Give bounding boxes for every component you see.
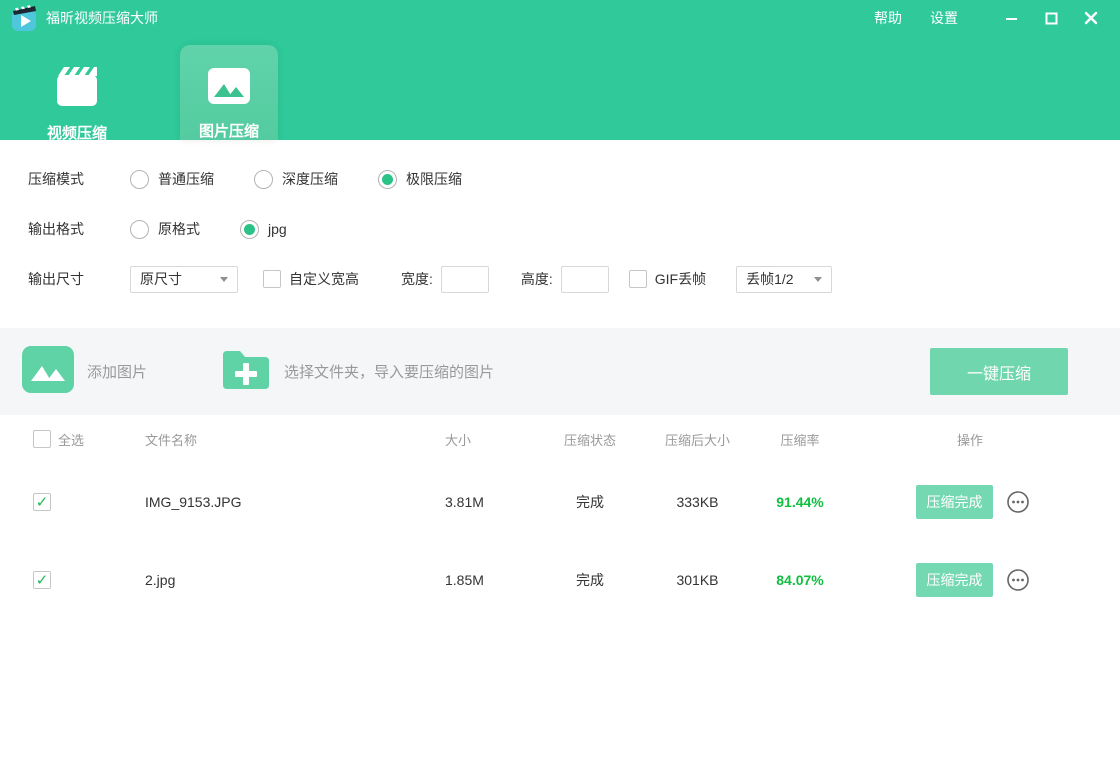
add-images-label: 添加图片 [87,361,147,382]
after-size: 333KB [635,494,760,510]
compress-ratio: 91.44% [760,494,840,510]
add-images-button[interactable]: 添加图片 [22,346,147,398]
table-header: 全选 文件名称 大小 压缩状态 压缩后大小 压缩率 操作 [0,415,1120,463]
tab-video-compress[interactable]: 视频压缩 [27,36,127,140]
radio-original-format[interactable]: 原格式 [130,219,200,239]
titlebar: 福昕视频压缩大师 帮助 设置 [0,0,1120,36]
compress-mode-label: 压缩模式 [28,169,130,189]
add-toolbar: 添加图片 选择文件夹，导入要压缩的图片 一键压缩 [0,328,1120,415]
custom-size-checkbox[interactable] [263,270,281,288]
output-size-label: 输出尺寸 [28,269,130,289]
size-select[interactable]: 原尺寸 [130,266,238,293]
compress-done-button[interactable]: 压缩完成 [916,485,993,519]
radio-circle [130,220,149,239]
header-ratio: 压缩率 [760,430,840,449]
width-input[interactable] [441,266,489,293]
compress-mode-row: 压缩模式 普通压缩 深度压缩 极限压缩 [28,154,1120,204]
maximize-icon[interactable] [1036,6,1066,30]
compress-status: 完成 [545,492,635,512]
height-input[interactable] [561,266,609,293]
compress-done-button[interactable]: 压缩完成 [916,563,993,597]
more-options-icon[interactable] [1006,568,1030,592]
select-all-label: 全选 [58,430,84,449]
chevron-down-icon [220,277,228,282]
file-name: 2.jpg [145,572,435,588]
add-image-icon [22,346,74,398]
file-size: 1.85M [435,572,545,588]
radio-deep-compress[interactable]: 深度压缩 [254,169,338,189]
clapperboard-icon [54,66,100,113]
header-status: 压缩状态 [545,430,635,449]
compress-ratio: 84.07% [760,572,840,588]
radio-jpg-format[interactable]: jpg [240,220,287,239]
minimize-icon[interactable] [996,6,1026,30]
output-size-row: 输出尺寸 原尺寸 自定义宽高 宽度: 高度: GIF丢帧 丢帧1/2 [28,254,1120,304]
close-icon[interactable] [1076,6,1106,30]
output-format-label: 输出格式 [28,219,130,239]
gif-dropframe-label: GIF丢帧 [655,269,706,289]
folder-plus-icon [221,347,271,396]
radio-circle [254,170,273,189]
radio-circle [130,170,149,189]
help-link[interactable]: 帮助 [874,8,902,28]
custom-size-label: 自定义宽高 [289,269,359,289]
file-name: IMG_9153.JPG [145,494,435,510]
radio-circle [378,170,397,189]
compress-all-button[interactable]: 一键压缩 [930,348,1068,395]
tab-image-compress[interactable]: 图片压缩 [180,45,278,140]
settings-panel: 压缩模式 普通压缩 深度压缩 极限压缩 输出格式 原格式 jpg 输出尺寸 原尺… [0,140,1120,328]
dropframe-select[interactable]: 丢帧1/2 [736,266,832,293]
table-row: IMG_9153.JPG 3.81M 完成 333KB 91.44% 压缩完成 [0,463,1120,541]
table-row: 2.jpg 1.85M 完成 301KB 84.07% 压缩完成 [0,541,1120,619]
output-format-row: 输出格式 原格式 jpg [28,204,1120,254]
tab-image-label: 图片压缩 [199,120,259,141]
settings-link[interactable]: 设置 [930,8,958,28]
select-folder-label: 选择文件夹，导入要压缩的图片 [284,361,494,382]
select-all-checkbox[interactable] [33,430,51,448]
select-folder-button[interactable]: 选择文件夹，导入要压缩的图片 [221,347,494,396]
chevron-down-icon [814,277,822,282]
file-table: 全选 文件名称 大小 压缩状态 压缩后大小 压缩率 操作 IMG_9153.JP… [0,415,1120,619]
tab-video-label: 视频压缩 [47,122,107,143]
row-checkbox[interactable] [33,493,51,511]
height-label: 高度: [521,269,553,289]
app-title: 福昕视频压缩大师 [46,8,158,28]
header-after-size: 压缩后大小 [635,430,760,449]
radio-circle [240,220,259,239]
radio-extreme-compress[interactable]: 极限压缩 [378,169,462,189]
after-size: 301KB [635,572,760,588]
header-size: 大小 [435,430,545,449]
width-label: 宽度: [401,269,433,289]
image-icon [206,66,252,111]
gif-dropframe-checkbox[interactable] [629,270,647,288]
row-checkbox[interactable] [33,571,51,589]
header-file-name: 文件名称 [145,430,435,449]
more-options-icon[interactable] [1006,490,1030,514]
compress-status: 完成 [545,570,635,590]
tab-strip: 视频压缩 图片压缩 [0,36,1120,140]
radio-normal-compress[interactable]: 普通压缩 [130,169,214,189]
header-operations: 操作 [957,430,983,449]
file-size: 3.81M [435,494,545,510]
app-logo-icon [10,4,38,32]
